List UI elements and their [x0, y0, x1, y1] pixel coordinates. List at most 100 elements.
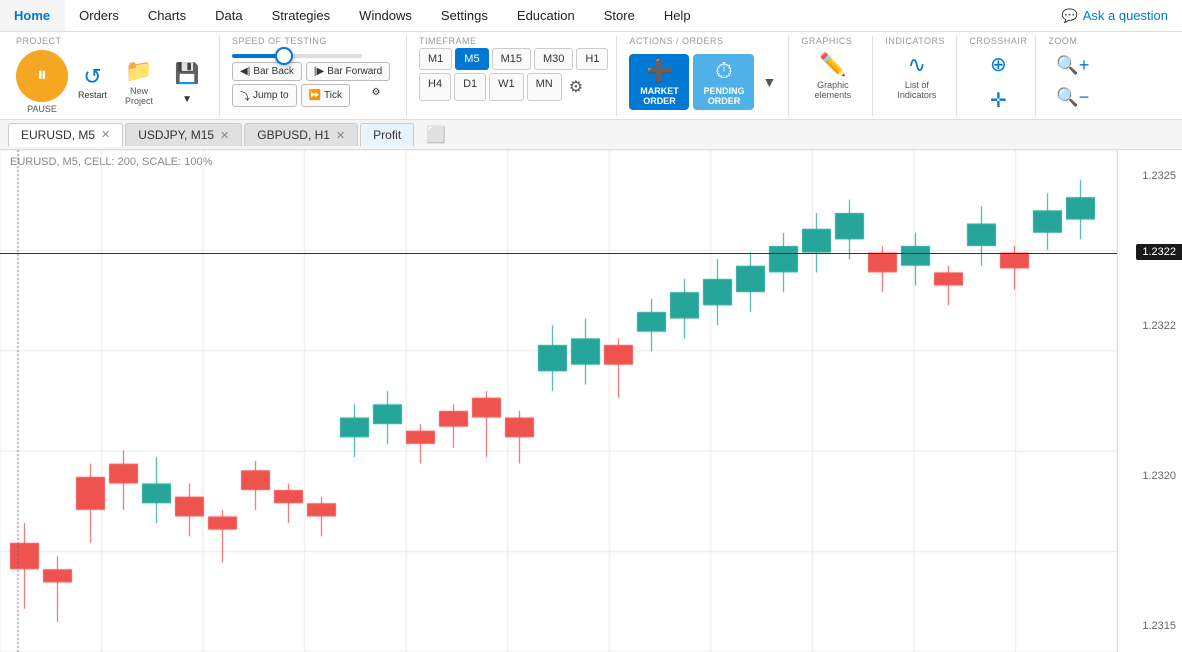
jump-to-label: Jump to [253, 90, 289, 101]
indicators-icon: ∿ [908, 52, 926, 78]
pause-icon: ⏸ [37, 64, 47, 87]
tf-mn[interactable]: MN [527, 73, 562, 101]
tf-h4[interactable]: H4 [419, 73, 451, 101]
graphic-elements-button[interactable]: ✏️ Graphicelements [807, 48, 860, 104]
crosshair-move-button[interactable]: ✛ [982, 84, 1015, 117]
speed-thumb[interactable] [275, 47, 293, 65]
crosshair-add-button[interactable]: ⊕ [982, 48, 1015, 81]
indicators-section: INDICATORS ∿ List ofIndicators [877, 36, 957, 116]
timeframe-settings-button[interactable]: ⚙ [565, 73, 587, 101]
restart-button[interactable]: ↺ Restart [72, 60, 113, 104]
actions-section: ACTIONS / ORDERS ➕ MARKETORDER ⏱ PENDING… [621, 36, 789, 116]
tf-m5[interactable]: M5 [455, 48, 488, 70]
chevron-down-icon: ▼ [182, 94, 192, 105]
tf-h1[interactable]: H1 [576, 48, 608, 70]
tab-usdjpy-m15[interactable]: USDJPY, M15 ✕ [125, 123, 242, 146]
nav-store[interactable]: Store [590, 0, 650, 31]
crosshair-plus-icon: ⊕ [990, 52, 1007, 77]
pencil-icon: ✏️ [819, 52, 846, 78]
zoom-in-button[interactable]: 🔍+ [1048, 51, 1097, 80]
jump-icon: ⤵ [240, 88, 250, 103]
speed-settings-button[interactable]: ⚙ [354, 84, 398, 107]
top-nav: Home Orders Charts Data Strategies Windo… [0, 0, 1182, 32]
save-dropdown-button[interactable]: ▼ [165, 92, 209, 107]
restart-label: Restart [78, 90, 107, 100]
new-project-button[interactable]: 📁 NewProject [117, 54, 161, 110]
indicators-label: INDICATORS [885, 36, 945, 46]
pending-order-label: PENDINGORDER [703, 86, 744, 106]
pending-order-button[interactable]: ⏱ PENDINGORDER [693, 54, 754, 110]
ask-question-button[interactable]: 💬 Ask a question [1048, 0, 1182, 31]
project-label: PROJECT [16, 36, 62, 46]
nav-data[interactable]: Data [201, 0, 257, 31]
project-section: PROJECT ⏸ PAUSE ↺ Restart 📁 NewProject [8, 36, 220, 116]
project-items: ⏸ PAUSE ↺ Restart 📁 NewProject 💾 ▼ [16, 48, 209, 116]
timeframe-label: TIMEFRAME [419, 36, 477, 46]
chart-tabs: EURUSD, M5 ✕ USDJPY, M15 ✕ GBPUSD, H1 ✕ … [0, 120, 1182, 150]
tab-gbpusd-close-button[interactable]: ✕ [336, 129, 345, 142]
nav-orders[interactable]: Orders [65, 0, 134, 31]
nav-education[interactable]: Education [503, 0, 590, 31]
pending-order-icon: ⏱ [715, 58, 732, 84]
tf-w1[interactable]: W1 [489, 73, 524, 101]
tab-profit-label: Profit [373, 128, 401, 142]
graphics-label: GRAPHICS [801, 36, 852, 46]
tf-d1[interactable]: D1 [454, 73, 486, 101]
bar-back-icon: ◀| [240, 66, 250, 77]
tick-button[interactable]: ⏩ Tick [301, 84, 350, 107]
speed-buttons: ◀| Bar Back |▶ Bar Forward [232, 62, 398, 81]
tab-gbpusd-label: GBPUSD, H1 [257, 128, 330, 142]
price-low1-label: 1.2320 [1118, 470, 1182, 482]
speed-slider[interactable] [232, 54, 362, 58]
price-axis: 1.2325 1.2322 1.2320 1.2315 [1117, 150, 1182, 652]
nav-windows[interactable]: Windows [345, 0, 427, 31]
current-price-tag: 1.2322 [1136, 244, 1182, 260]
tf-m15[interactable]: M15 [492, 48, 531, 70]
speed-section: SPEED OF TESTING ◀| Bar Back |▶ Bar Forw… [224, 36, 407, 116]
tab-eurusd-m5[interactable]: EURUSD, M5 ✕ [8, 123, 123, 147]
speed-label: SPEED OF TESTING [232, 36, 327, 46]
tf-m30[interactable]: M30 [534, 48, 573, 70]
timeframe-row-bottom: H4 D1 W1 MN ⚙ [419, 73, 587, 101]
list-indicators-button[interactable]: ∿ List ofIndicators [889, 48, 944, 104]
market-order-button[interactable]: ➕ MARKETORDER [629, 54, 689, 110]
nav-charts[interactable]: Charts [134, 0, 201, 31]
timeframe-section: TIMEFRAME M1 M5 M15 M30 H1 H4 D1 W1 MN ⚙ [411, 36, 617, 116]
tab-usdjpy-close-button[interactable]: ✕ [220, 129, 229, 142]
graphic-elements-label: Graphicelements [815, 80, 852, 100]
new-project-label: NewProject [125, 86, 153, 106]
tick-icon: ⏩ [309, 90, 321, 101]
candlestick-chart[interactable] [0, 150, 1117, 652]
bar-back-label: Bar Back [253, 66, 294, 77]
bar-forward-button[interactable]: |▶ Bar Forward [306, 62, 390, 81]
nav-strategies[interactable]: Strategies [258, 0, 346, 31]
tf-m1[interactable]: M1 [419, 48, 452, 70]
nav-settings[interactable]: Settings [427, 0, 503, 31]
actions-more-button[interactable]: ▼ [758, 70, 780, 94]
market-order-icon: ➕ [646, 58, 673, 84]
restart-icon: ↺ [83, 64, 101, 90]
pause-wrap: ⏸ PAUSE [16, 50, 68, 114]
tab-eurusd-close-button[interactable]: ✕ [101, 128, 110, 141]
nav-home[interactable]: Home [0, 0, 65, 31]
market-order-label: MARKETORDER [640, 86, 679, 106]
tab-gbpusd-h1[interactable]: GBPUSD, H1 ✕ [244, 123, 358, 146]
save-button[interactable]: 💾 [165, 57, 209, 90]
speed-extra-buttons: ⤵ Jump to ⏩ Tick ⚙ [232, 84, 398, 107]
chat-icon: 💬 [1062, 8, 1078, 24]
jump-to-button[interactable]: ⤵ Jump to [232, 84, 297, 107]
chart-area: EURUSD, M5, CELL: 200, SCALE: 100% 1.232… [0, 150, 1182, 652]
zoom-out-button[interactable]: 🔍− [1048, 83, 1097, 112]
crosshair-label: CROSSHAIR [969, 36, 1027, 46]
bar-back-button[interactable]: ◀| Bar Back [232, 62, 302, 81]
zoom-out-icon: 🔍− [1056, 87, 1089, 108]
nav-help[interactable]: Help [650, 0, 706, 31]
crosshair-section: CROSSHAIR ⊕ ✛ [961, 36, 1036, 116]
pause-button[interactable]: ⏸ [16, 50, 68, 102]
toolbar: PROJECT ⏸ PAUSE ↺ Restart 📁 NewProject [0, 32, 1182, 120]
tab-profit[interactable]: Profit [360, 123, 414, 146]
price-mid-label: 1.2322 [1118, 320, 1182, 332]
tab-usdjpy-label: USDJPY, M15 [138, 128, 214, 142]
maximize-chart-button[interactable]: ⬜ [420, 123, 452, 147]
crosshair-arrows-icon: ✛ [990, 88, 1007, 113]
